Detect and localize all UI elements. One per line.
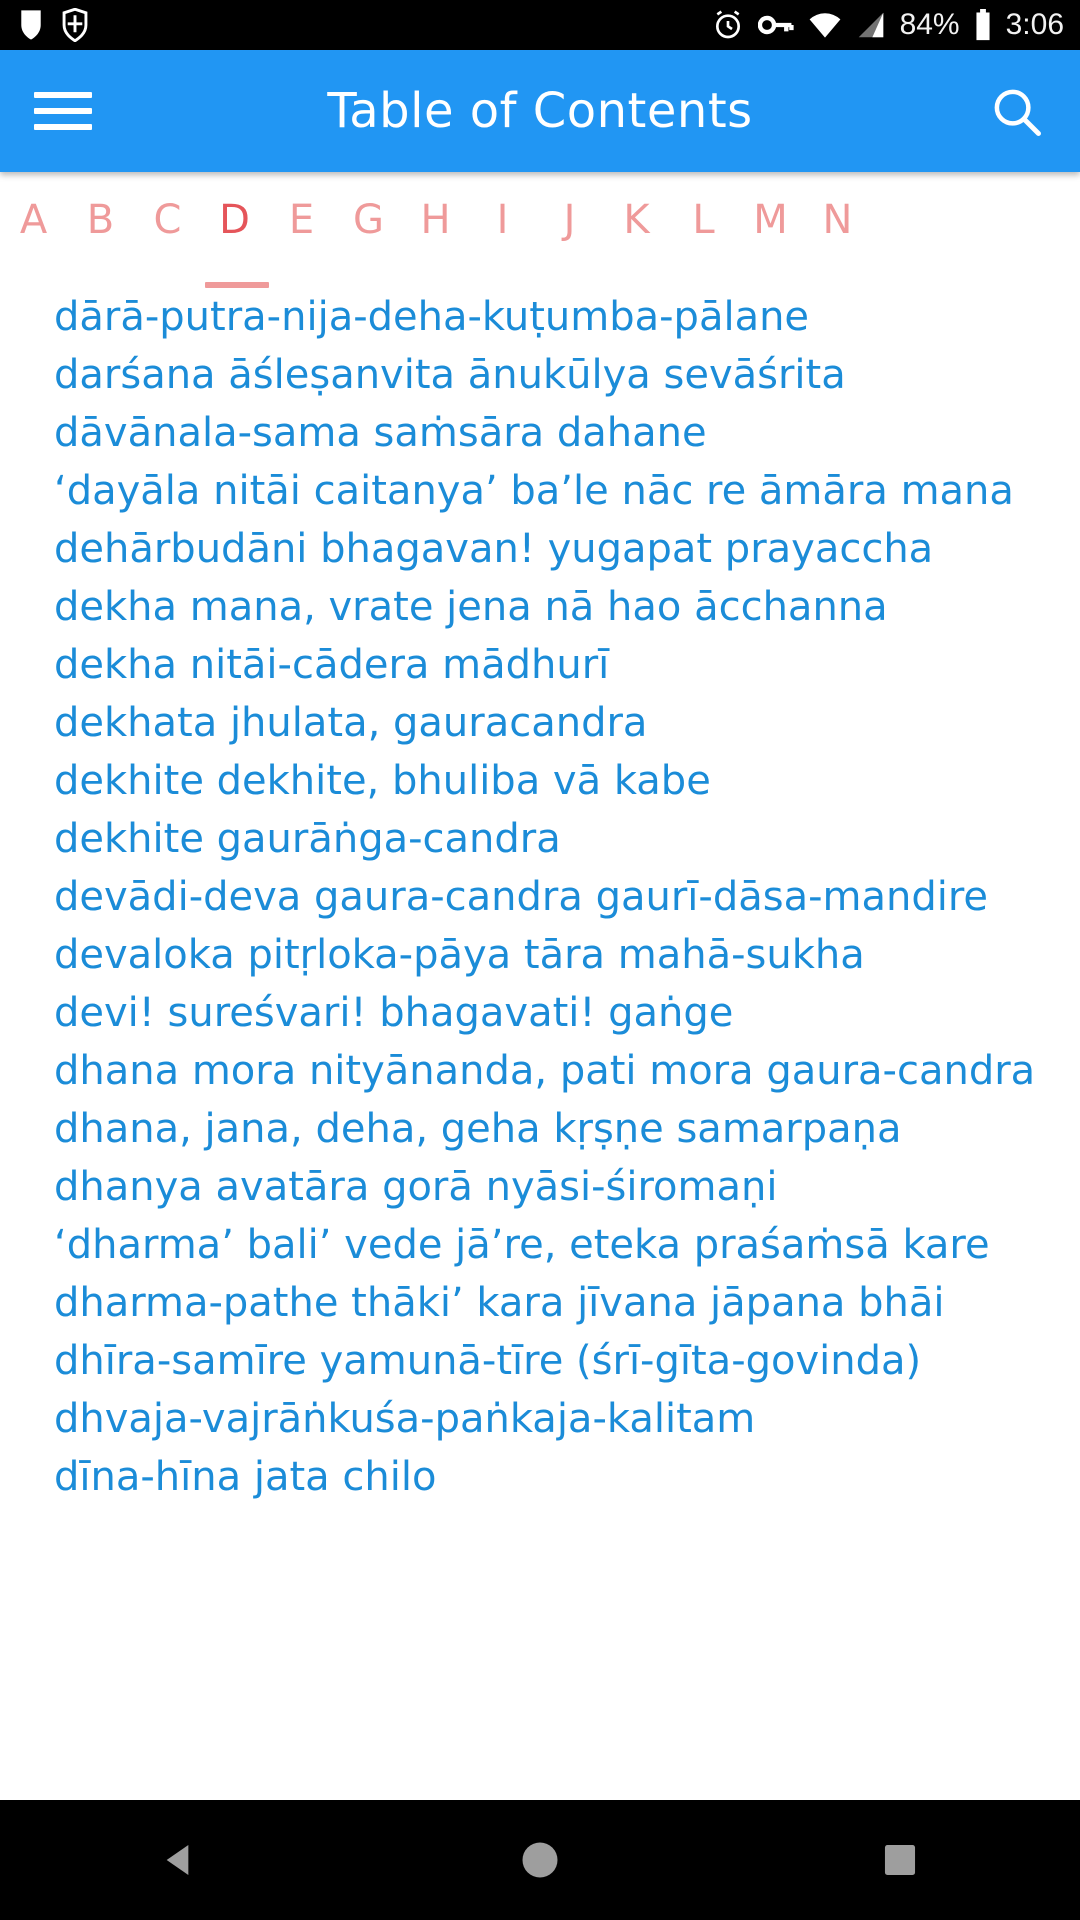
list-item[interactable]: dekhata jhulata, gauracandra — [0, 694, 1080, 752]
list-item[interactable]: devādi-deva gaura-candra gaurī-dāsa-mand… — [0, 868, 1080, 926]
list-item-label: darśana āśleṣanvita ānukūlya sevāśrita — [54, 352, 846, 398]
list-item-label: dhanya avatāra gorā nyāsi-śiromaṇi — [54, 1164, 778, 1210]
home-circle-icon[interactable] — [480, 1800, 600, 1920]
search-icon[interactable] — [986, 81, 1046, 141]
wifi-icon — [808, 11, 842, 39]
list-item[interactable]: dekhite gaurāṅga-candra — [0, 810, 1080, 868]
list-item-label: dharma-pathe thāki’ kara jīvana jāpana b… — [54, 1280, 945, 1326]
tab-e[interactable]: E — [268, 198, 335, 242]
list-item-label: dhana mora nityānanda, pati mora gaura-c… — [54, 1048, 1036, 1094]
recents-square-icon[interactable] — [840, 1800, 960, 1920]
list-item[interactable]: dehārbudāni bhagavan! yugapat prayaccha — [0, 520, 1080, 578]
list-item-label: devi! sureśvari! bhagavati! gaṅge — [54, 990, 734, 1036]
list-item[interactable]: dhvaja-vajrāṅkuśa-paṅkaja-kalitam — [0, 1390, 1080, 1448]
list-item-label: dīna-hīna jata chilo — [54, 1454, 437, 1500]
list-item-label: dāvānala-sama saṁsāra dahane — [54, 410, 707, 456]
alphabet-tab-strip[interactable]: A B C D E G H I J K L M N — [0, 172, 1080, 288]
list-item-label: dekhite gaurāṅga-candra — [54, 816, 561, 862]
list-item-label: dehārbudāni bhagavan! yugapat prayaccha — [54, 526, 934, 572]
status-bar: 84% 3:06 — [0, 0, 1080, 50]
tab-n[interactable]: N — [804, 198, 871, 242]
status-bar-right-icons: 84% 3:06 — [712, 9, 1064, 41]
list-item[interactable]: dhanya avatāra gorā nyāsi-śiromaṇi — [0, 1158, 1080, 1216]
tab-a[interactable]: A — [0, 198, 67, 242]
list-item-label: devādi-deva gaura-candra gaurī-dāsa-mand… — [54, 874, 989, 920]
battery-percent-label: 84% — [899, 8, 960, 41]
vpn-key-icon — [757, 12, 794, 38]
battery-icon — [974, 9, 992, 41]
tab-i[interactable]: I — [469, 198, 536, 242]
clock-label: 3:06 — [1005, 8, 1064, 41]
table-of-contents-list[interactable]: dārā-putra-nija-deha-kuṭumba-pālane darś… — [0, 288, 1080, 1800]
app-bar: Table of Contents — [0, 50, 1080, 172]
tab-c[interactable]: C — [134, 198, 201, 242]
list-item[interactable]: dīna-hīna jata chilo — [0, 1448, 1080, 1506]
list-item-label: dekhite dekhite, bhuliba vā kabe — [54, 758, 711, 804]
list-item[interactable]: dharma-pathe thāki’ kara jīvana jāpana b… — [0, 1274, 1080, 1332]
list-item-label: dekhata jhulata, gauracandra — [54, 700, 648, 746]
alarm-icon — [712, 9, 744, 41]
list-item-label: dekha nitāi-cādera mādhurī — [54, 642, 610, 688]
tab-m[interactable]: M — [737, 198, 804, 242]
list-item[interactable]: devi! sureśvari! bhagavati! gaṅge — [0, 984, 1080, 1042]
list-item-label: ‘dayāla nitāi caitanya’ ba’le nāc re āmā… — [54, 468, 1014, 514]
list-item-label: dhana, jana, deha, geha kṛṣṇe samarpaṇa — [54, 1106, 902, 1152]
list-item-label: dhvaja-vajrāṅkuśa-paṅkaja-kalitam — [54, 1396, 756, 1442]
list-item-label: dārā-putra-nija-deha-kuṭumba-pālane — [54, 294, 810, 340]
tab-k[interactable]: K — [603, 198, 670, 242]
tab-h[interactable]: H — [402, 198, 469, 242]
system-navigation-bar — [0, 1800, 1080, 1920]
cell-signal-icon — [856, 11, 886, 39]
page-title: Table of Contents — [327, 83, 753, 139]
list-item[interactable]: darśana āśleṣanvita ānukūlya sevāśrita — [0, 346, 1080, 404]
list-item-label: dhīra-samīre yamunā-tīre (śrī-gīta-govin… — [54, 1338, 922, 1384]
tab-j[interactable]: J — [536, 198, 603, 242]
list-item[interactable]: ‘dharma’ bali’ vede jā’re, eteka praśaṁs… — [0, 1216, 1080, 1274]
list-item[interactable]: dārā-putra-nija-deha-kuṭumba-pālane — [0, 288, 1080, 346]
list-item[interactable]: dekha nitāi-cādera mādhurī — [0, 636, 1080, 694]
list-item[interactable]: dhana, jana, deha, geha kṛṣṇe samarpaṇa — [0, 1100, 1080, 1158]
list-item[interactable]: ‘dayāla nitāi caitanya’ ba’le nāc re āmā… — [0, 462, 1080, 520]
phone-screen: 84% 3:06 Table of Contents A B C D E G H… — [0, 0, 1080, 1920]
list-item[interactable]: dekhite dekhite, bhuliba vā kabe — [0, 752, 1080, 810]
hamburger-menu-icon[interactable] — [34, 88, 94, 134]
status-bar-left-icons — [16, 8, 90, 42]
back-triangle-icon[interactable] — [120, 1800, 240, 1920]
list-item[interactable]: dāvānala-sama saṁsāra dahane — [0, 404, 1080, 462]
list-item[interactable]: dhana mora nityānanda, pati mora gaura-c… — [0, 1042, 1080, 1100]
list-item-label: ‘dharma’ bali’ vede jā’re, eteka praśaṁs… — [54, 1222, 990, 1268]
tab-b[interactable]: B — [67, 198, 134, 242]
list-item[interactable]: dekha mana, vrate jena nā hao ācchanna — [0, 578, 1080, 636]
tab-d[interactable]: D — [201, 198, 268, 242]
shield-outline-icon — [16, 8, 46, 42]
list-item[interactable]: devaloka pitṛloka-pāya tāra mahā-sukha — [0, 926, 1080, 984]
shield-split-icon — [60, 8, 90, 42]
list-item[interactable]: dhīra-samīre yamunā-tīre (śrī-gīta-govin… — [0, 1332, 1080, 1390]
list-item-label: devaloka pitṛloka-pāya tāra mahā-sukha — [54, 932, 865, 978]
list-item-label: dekha mana, vrate jena nā hao ācchanna — [54, 584, 888, 630]
tab-l[interactable]: L — [670, 198, 737, 242]
tab-g[interactable]: G — [335, 198, 402, 242]
